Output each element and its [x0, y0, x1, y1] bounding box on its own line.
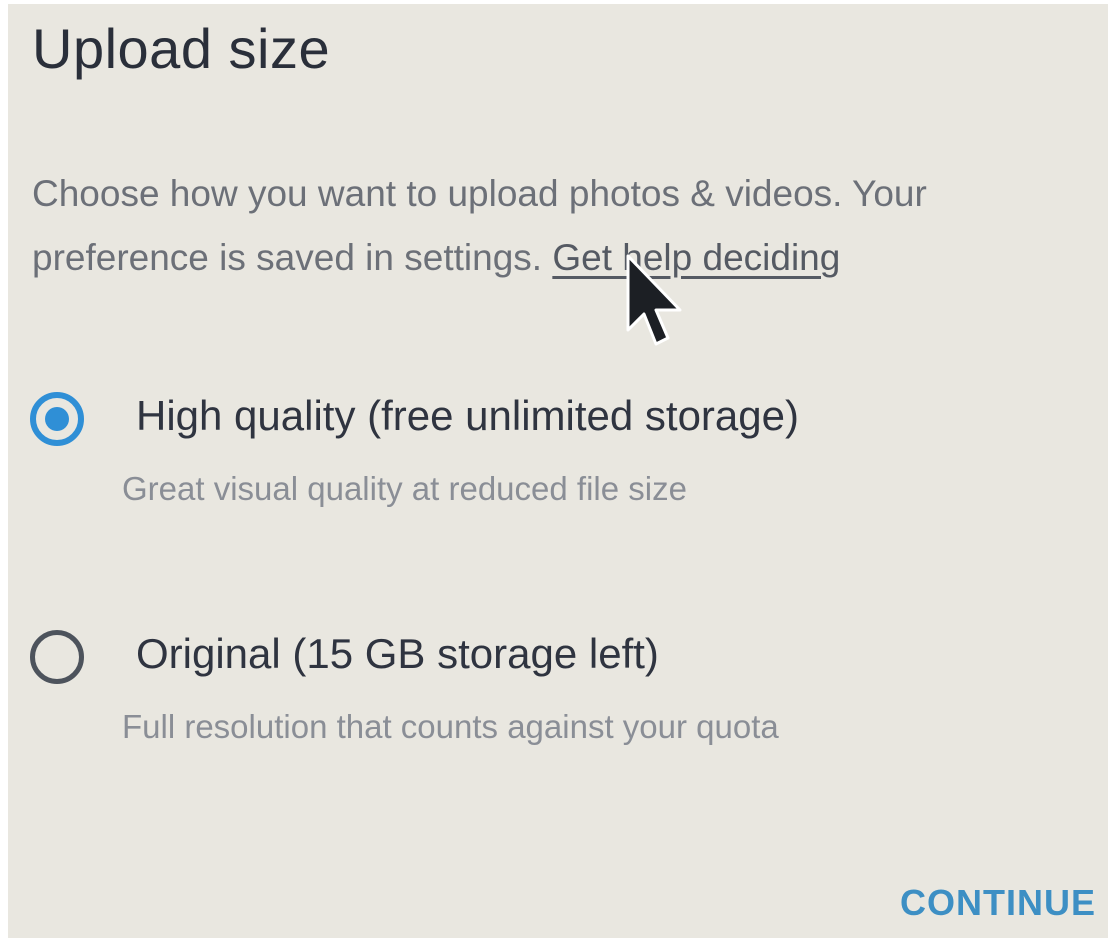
option-high-quality-sublabel: Great visual quality at reduced file siz…	[122, 470, 687, 507]
dialog-description: Choose how you want to upload photos & v…	[32, 162, 1072, 290]
radio-original[interactable]	[30, 630, 84, 684]
radio-high-quality[interactable]	[30, 392, 84, 446]
option-high-quality-label: High quality (free unlimited storage)	[136, 392, 799, 439]
upload-size-dialog: Upload size Choose how you want to uploa…	[8, 4, 1108, 938]
dialog-title: Upload size	[32, 17, 331, 80]
option-original[interactable]: Original (15 GB storage left) Full resol…	[28, 624, 1088, 745]
radio-selected-dot	[45, 407, 69, 431]
get-help-deciding-link[interactable]: Get help deciding	[552, 237, 840, 278]
option-high-quality[interactable]: High quality (free unlimited storage) Gr…	[28, 386, 1088, 507]
mouse-pointer-icon	[626, 254, 682, 346]
continue-button[interactable]: CONTINUE	[900, 882, 1096, 924]
option-original-sublabel: Full resolution that counts against your…	[122, 708, 779, 745]
option-original-label: Original (15 GB storage left)	[136, 630, 659, 677]
